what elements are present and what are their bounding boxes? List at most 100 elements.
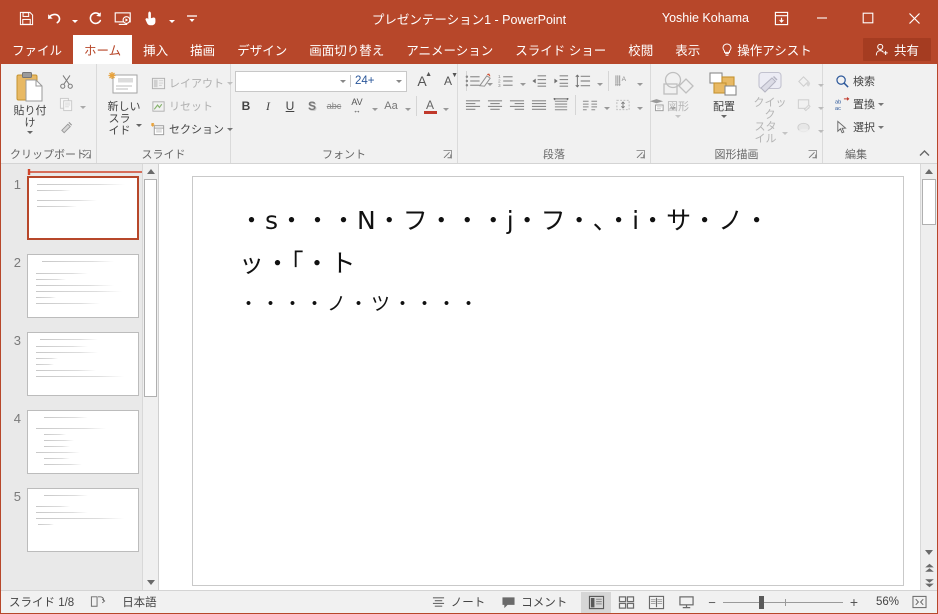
layout-button[interactable]: レイアウト: [147, 72, 237, 94]
italic-button[interactable]: I: [257, 95, 279, 117]
align-center-button[interactable]: [484, 94, 506, 116]
line-spacing-dropdown[interactable]: [594, 71, 605, 91]
font-size-input[interactable]: 24+: [350, 75, 392, 87]
thumbnail-item-2[interactable]: 2: [1, 254, 158, 318]
notes-button[interactable]: ノート: [423, 591, 494, 614]
character-spacing-dropdown[interactable]: [369, 96, 380, 116]
maximize-button[interactable]: [845, 1, 891, 35]
align-left-button[interactable]: [462, 94, 484, 116]
start-from-beginning-button[interactable]: [110, 6, 136, 30]
thumbnail-item-4[interactable]: 4: [1, 410, 158, 474]
text-direction-dropdown[interactable]: [634, 71, 645, 91]
arrange-button[interactable]: 配置: [701, 68, 747, 118]
shape-effects-button[interactable]: [793, 117, 815, 139]
align-text-dropdown[interactable]: [634, 95, 645, 115]
align-text-button[interactable]: [612, 94, 634, 116]
strikethrough-button[interactable]: abc: [323, 95, 345, 117]
account-name[interactable]: Yoshie Kohama: [662, 11, 763, 25]
slide-title-text[interactable]: ・s・・・N・フ・・・j・フ・、・i・サ・ノ・ ッ・「・ト: [239, 199, 873, 285]
normal-view-button[interactable]: [581, 591, 612, 613]
bullets-button[interactable]: [462, 70, 484, 92]
copy-button[interactable]: [55, 93, 77, 115]
thumbnail-scroll-up-button[interactable]: [143, 164, 158, 179]
reset-button[interactable]: リセット: [147, 95, 237, 117]
redo-button[interactable]: [82, 6, 108, 30]
decrease-font-size-button[interactable]: A ▼: [437, 70, 459, 92]
clipboard-dialog-launcher[interactable]: [82, 150, 92, 160]
slide-scroll-thumb[interactable]: [922, 179, 936, 225]
format-painter-button[interactable]: [55, 116, 77, 138]
drawing-dialog-launcher[interactable]: [808, 150, 818, 160]
text-direction-button[interactable]: A: [612, 70, 634, 92]
section-button[interactable]: セクション: [147, 118, 237, 140]
fit-slide-to-window-button[interactable]: [907, 592, 931, 613]
minimize-button[interactable]: [799, 1, 845, 35]
bold-button[interactable]: B: [235, 95, 257, 117]
cut-button[interactable]: [55, 70, 77, 92]
zoom-level-label[interactable]: 56%: [865, 596, 899, 608]
quick-styles-button[interactable]: クイック スタイル: [747, 68, 793, 145]
touch-mode-dropdown[interactable]: [166, 6, 177, 30]
slide-editing-pane[interactable]: ・s・・・N・フ・・・j・フ・、・i・サ・ノ・ ッ・「・ト ・・・・ノ・ツ・・・…: [159, 164, 937, 590]
font-color-button[interactable]: A: [420, 95, 440, 117]
decrease-indent-button[interactable]: [528, 70, 550, 92]
numbering-button[interactable]: 1 2 3: [495, 70, 517, 92]
copy-dropdown[interactable]: [77, 94, 88, 114]
slide-sorter-view-button[interactable]: [611, 592, 641, 613]
collapse-ribbon-button[interactable]: [916, 145, 932, 161]
undo-dropdown[interactable]: [69, 6, 80, 30]
font-color-dropdown[interactable]: [440, 96, 451, 116]
new-slide-button[interactable]: 新しい スライド: [101, 68, 147, 137]
ribbon-display-options-button[interactable]: [763, 1, 799, 35]
select-button[interactable]: 選択: [831, 116, 888, 138]
slideshow-view-button[interactable]: [671, 592, 701, 613]
accessibility-checker-button[interactable]: [82, 591, 114, 614]
share-button[interactable]: 共有: [862, 38, 931, 61]
customize-qat-button[interactable]: [179, 6, 205, 30]
zoom-slider[interactable]: − +: [701, 594, 865, 610]
slide-thumbnail-pane[interactable]: 1 2 3 4 5: [1, 164, 159, 590]
shapes-button[interactable]: 図形: [655, 68, 701, 118]
columns-dropdown[interactable]: [601, 95, 612, 115]
previous-slide-button[interactable]: [921, 560, 937, 575]
next-slide-button[interactable]: [921, 575, 937, 590]
slide-scroll-up-button[interactable]: [921, 164, 937, 179]
tab-review[interactable]: 校閲: [617, 35, 664, 64]
increase-font-size-button[interactable]: A ▲: [411, 70, 433, 92]
underline-button[interactable]: U: [279, 95, 301, 117]
text-shadow-button[interactable]: S: [301, 95, 323, 117]
slide-counter[interactable]: スライド 1/8: [1, 591, 82, 614]
font-dialog-launcher[interactable]: [443, 150, 453, 160]
character-spacing-button[interactable]: AV ↔: [345, 95, 369, 117]
thumbnail-item-3[interactable]: 3: [1, 332, 158, 396]
reading-view-button[interactable]: [641, 592, 671, 613]
zoom-thumb[interactable]: [758, 595, 764, 609]
slide-scroll-down-button[interactable]: [921, 545, 937, 560]
paste-button[interactable]: 貼り付け: [5, 68, 55, 134]
current-slide[interactable]: ・s・・・N・フ・・・j・フ・、・i・サ・ノ・ ッ・「・ト ・・・・ノ・ツ・・・…: [192, 176, 904, 586]
shape-outline-button[interactable]: [793, 94, 815, 116]
tab-view[interactable]: 表示: [664, 35, 711, 64]
tab-animations[interactable]: アニメーション: [395, 35, 504, 64]
find-button[interactable]: 検索: [831, 70, 888, 92]
change-case-dropdown[interactable]: [402, 96, 413, 116]
tab-file[interactable]: ファイル: [1, 35, 73, 64]
slide-scrollbar[interactable]: [920, 164, 937, 590]
thumbnail-item-1[interactable]: 1: [1, 176, 158, 240]
font-size-dropdown[interactable]: [392, 72, 406, 91]
close-button[interactable]: [891, 1, 937, 35]
zoom-track[interactable]: [722, 595, 843, 609]
tab-draw[interactable]: 描画: [179, 35, 226, 64]
bullets-dropdown[interactable]: [484, 71, 495, 91]
thumbnail-item-5[interactable]: 5: [1, 488, 158, 552]
font-name-dropdown[interactable]: [336, 72, 350, 91]
tab-home[interactable]: ホーム: [73, 35, 133, 64]
comments-button[interactable]: コメント: [493, 591, 575, 614]
zoom-out-button[interactable]: −: [708, 595, 716, 610]
thumbnail-scrollbar[interactable]: [142, 164, 158, 590]
slide-body-text[interactable]: ・・・・ノ・ツ・・・・: [239, 289, 481, 316]
tab-slideshow[interactable]: スライド ショー: [504, 35, 617, 64]
numbering-dropdown[interactable]: [517, 71, 528, 91]
line-spacing-button[interactable]: [572, 70, 594, 92]
change-case-button[interactable]: Aa: [380, 95, 402, 117]
